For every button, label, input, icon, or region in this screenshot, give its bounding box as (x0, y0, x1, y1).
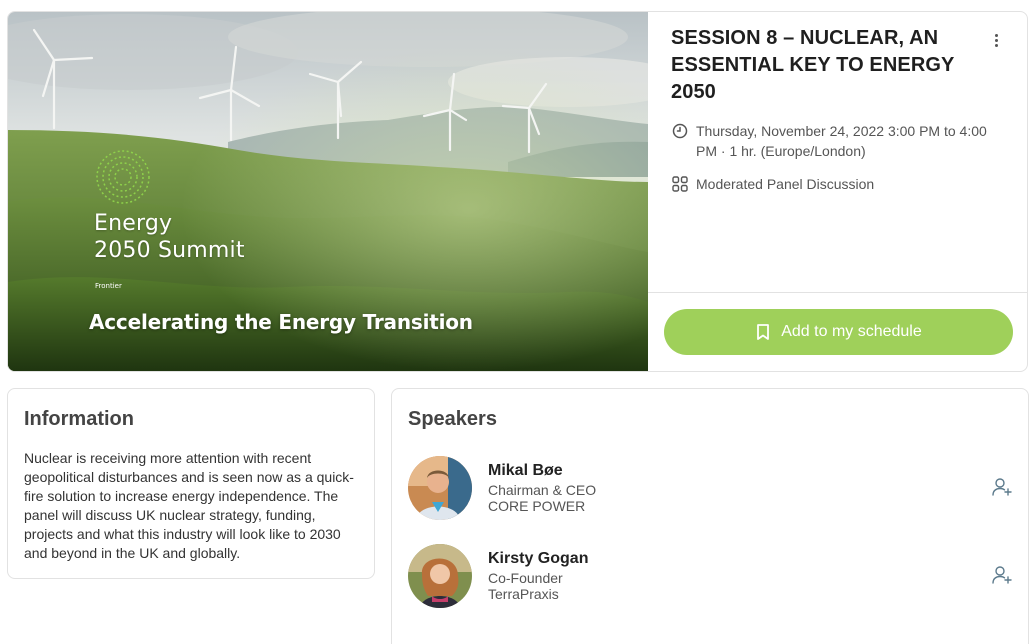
session-hero-card: Energy 2050 Summit Frontier Accelerating… (7, 11, 1028, 372)
speaker-name: Kirsty Gogan (488, 550, 589, 567)
session-datetime: Thursday, November 24, 2022 3:00 PM to 4… (696, 123, 987, 159)
clock-icon (672, 123, 688, 139)
add-user-icon[interactable] (991, 476, 1013, 498)
information-body: Nuclear is receiving more attention with… (24, 450, 354, 561)
grid-icon (672, 176, 688, 192)
speaker-name: Mikal Bøe (488, 462, 563, 479)
panel-divider (648, 292, 1027, 293)
add-user-icon[interactable] (991, 564, 1013, 586)
session-title: SESSION 8 – NUCLEAR, AN ESSENTIAL KEY TO… (671, 27, 955, 103)
avatar (408, 544, 472, 608)
speaker-organization: CORE POWER (488, 498, 586, 514)
event-banner-image: Energy 2050 Summit Frontier Accelerating… (8, 12, 648, 371)
banner-brand-name: Frontier (95, 282, 122, 290)
banner-title-line-1: Energy (94, 211, 173, 236)
add-to-schedule-button[interactable]: Add to my schedule (664, 309, 1013, 355)
avatar (408, 456, 472, 520)
speakers-heading: Speakers (408, 408, 497, 430)
banner-event-title: Energy 2050 Summit (94, 210, 245, 264)
speaker-role: Co-Founder (488, 570, 563, 586)
banner-tagline: Accelerating the Energy Transition (89, 310, 473, 334)
speakers-card: Speakers Mikal Bøe Chairman & CEO CORE P… (391, 388, 1029, 644)
session-details-panel: SESSION 8 – NUCLEAR, AN ESSENTIAL KEY TO… (648, 12, 1027, 371)
bookmark-icon (757, 324, 770, 340)
speaker-organization: TerraPraxis (488, 586, 559, 602)
banner-title-line-2: 2050 Summit (94, 238, 245, 263)
session-format: Moderated Panel Discussion (696, 176, 875, 192)
information-card: Information Nuclear is receiving more at… (7, 388, 375, 579)
add-to-schedule-label: Add to my schedule (781, 323, 922, 340)
kebab-menu-icon[interactable] (988, 30, 1004, 50)
session-datetime-row: Thursday, November 24, 2022 3:00 PM to 4… (671, 121, 1001, 161)
session-format-row: Moderated Panel Discussion (671, 174, 874, 194)
speaker-role: Chairman & CEO (488, 482, 597, 498)
information-heading: Information (24, 408, 134, 430)
speaker-item[interactable]: Mikal Bøe Chairman & CEO CORE POWER (408, 456, 1014, 522)
speaker-item[interactable]: Kirsty Gogan Co-Founder TerraPraxis (408, 544, 1014, 610)
